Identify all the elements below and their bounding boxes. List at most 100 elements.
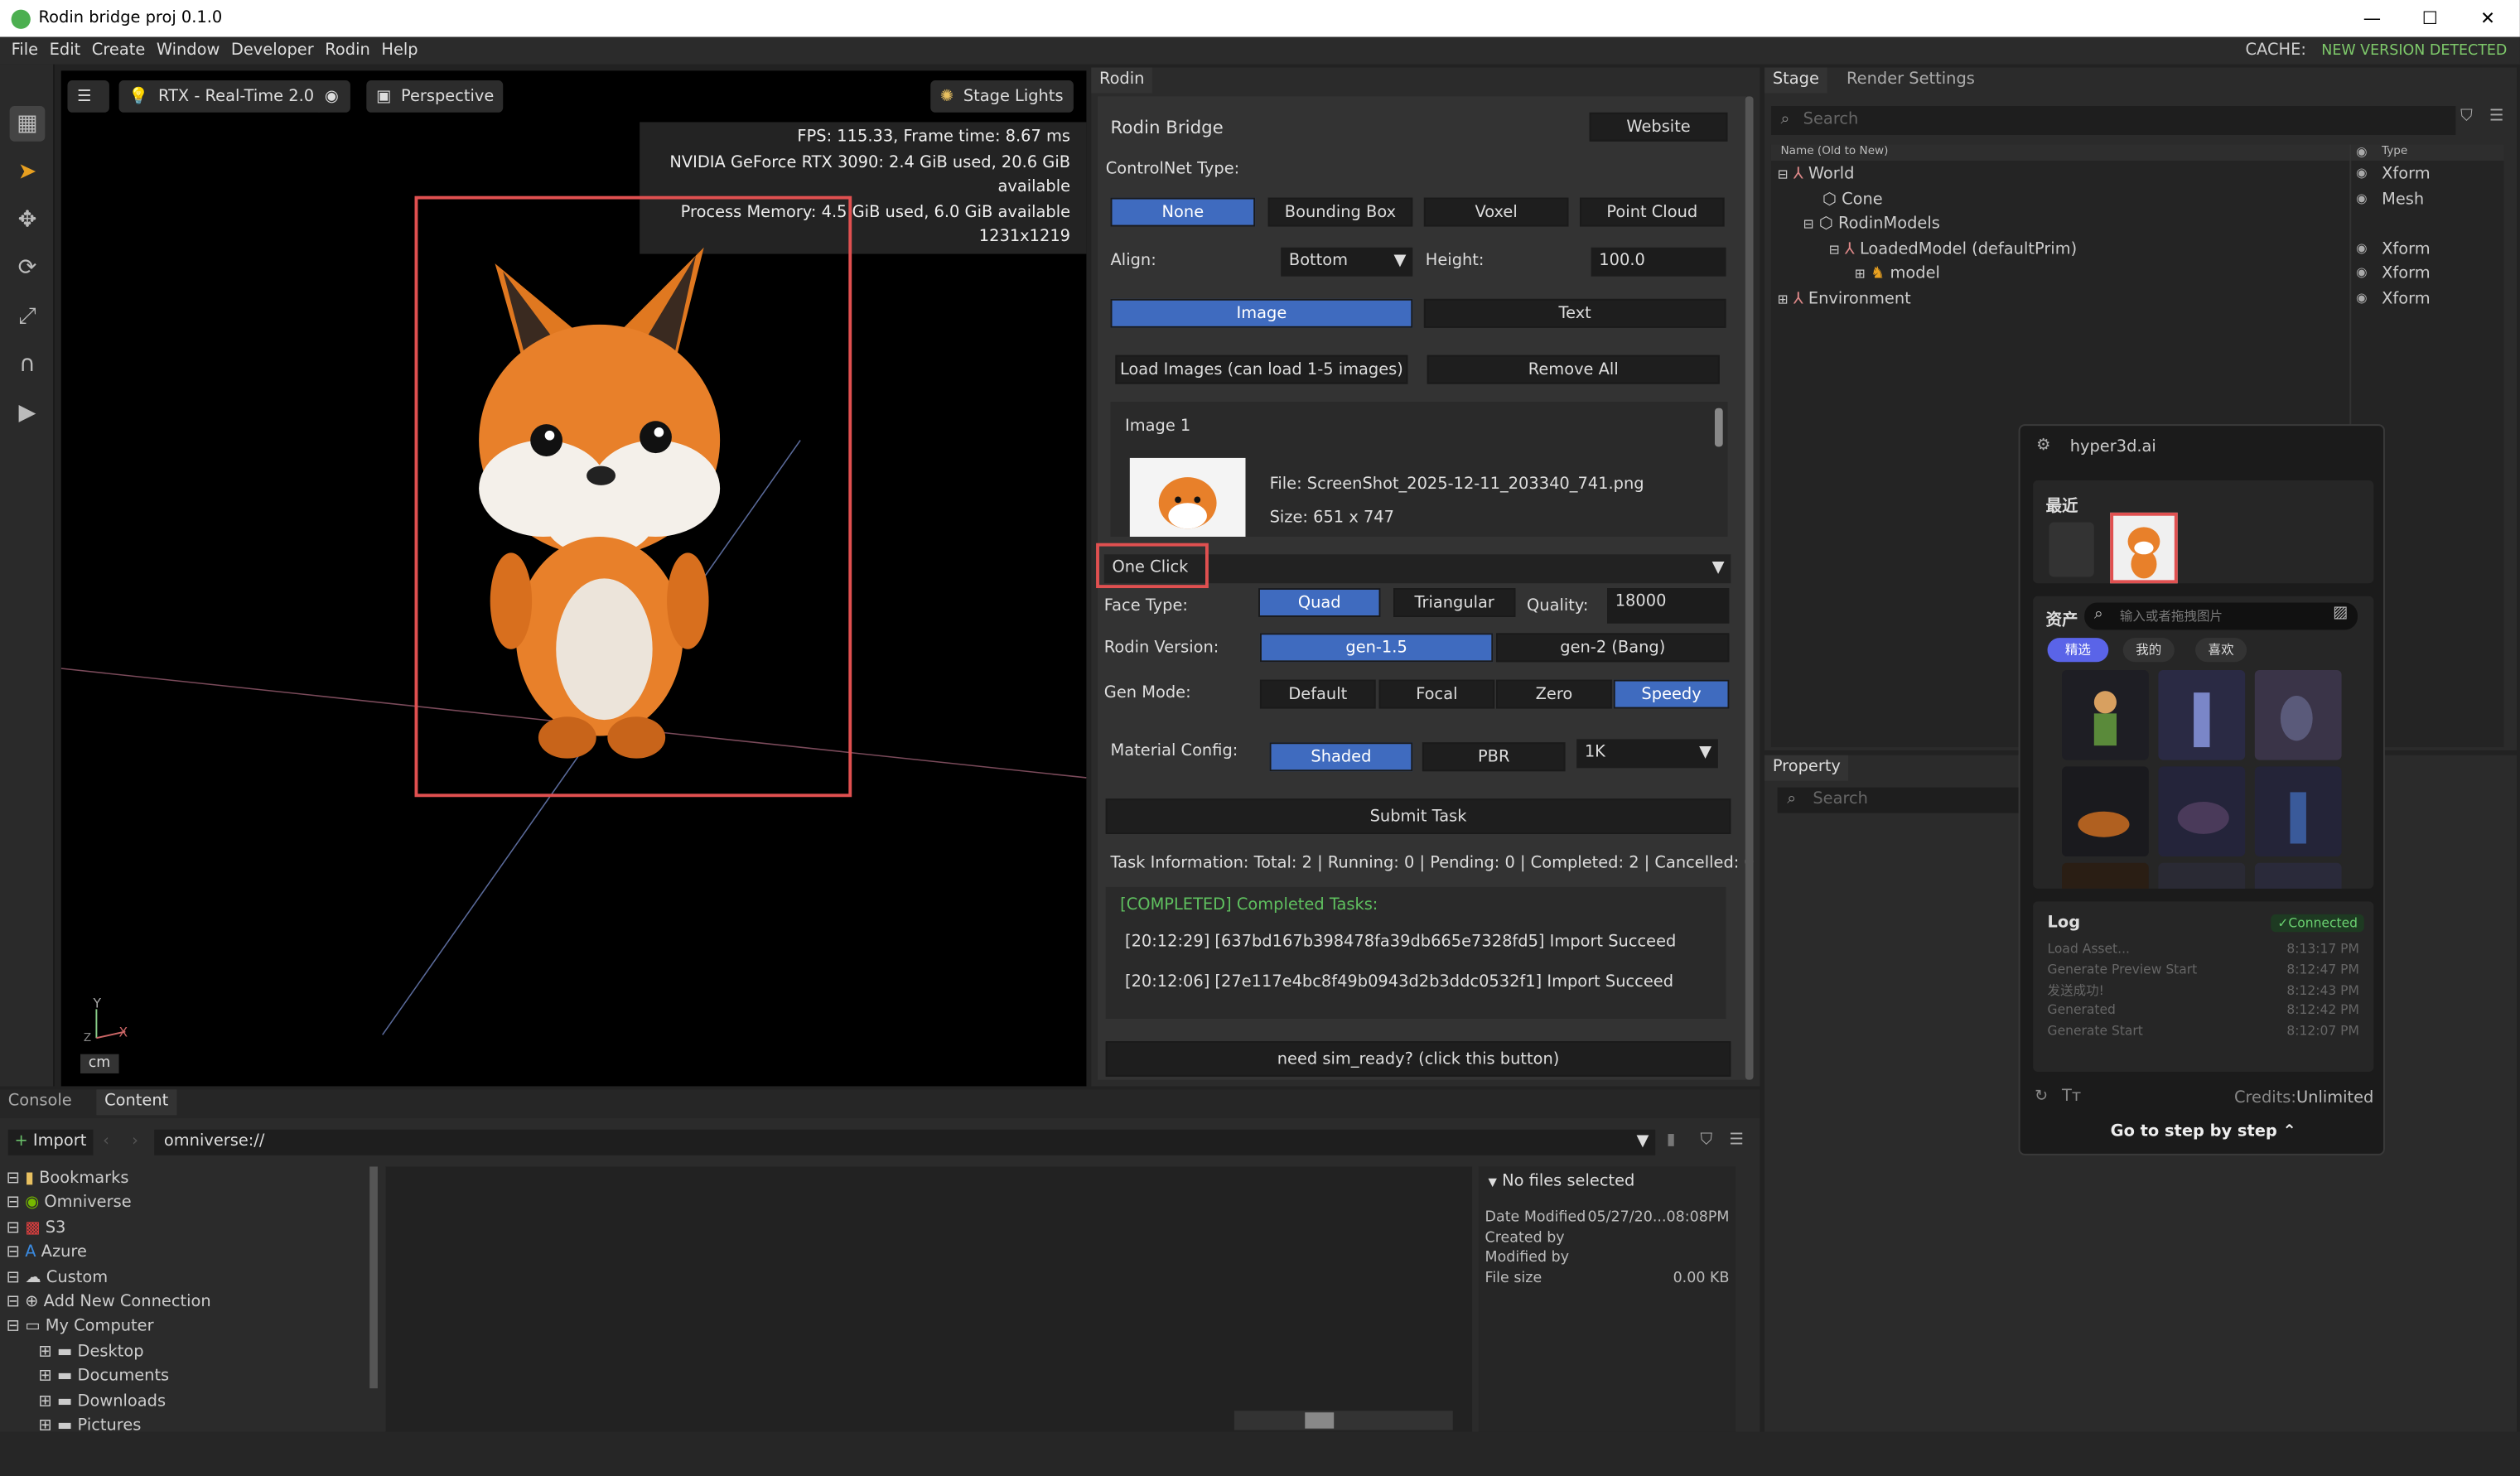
- asset-thumb[interactable]: [2062, 669, 2149, 760]
- expand-icon[interactable]: ⊞: [1778, 292, 1789, 306]
- visibility-icon[interactable]: ◉: [2356, 241, 2368, 255]
- collapse-icon[interactable]: ⊟: [7, 1194, 20, 1212]
- tab-render-settings[interactable]: Render Settings: [1838, 67, 1982, 93]
- website-button[interactable]: Website: [1589, 112, 1728, 142]
- zoom-slider[interactable]: [1233, 1411, 1453, 1430]
- tree-azure[interactable]: ⊟ A Azure: [7, 1241, 379, 1266]
- tree-row-world[interactable]: ⊟ ⅄ World: [1778, 166, 1855, 183]
- minimize-button[interactable]: —: [2344, 0, 2402, 37]
- remove-all-button[interactable]: Remove All: [1427, 355, 1720, 384]
- recent-item-1[interactable]: [2049, 522, 2094, 577]
- tree-add-connection[interactable]: ⊟ ⊕ Add New Connection: [7, 1290, 379, 1315]
- expand-icon[interactable]: ⊞: [39, 1417, 52, 1431]
- camera-button[interactable]: ▣ Perspective: [366, 80, 504, 113]
- mode-image-button[interactable]: Image: [1110, 298, 1413, 328]
- resolution-select[interactable]: 1K ▼: [1576, 739, 1718, 769]
- expand-icon[interactable]: ⊞: [39, 1367, 52, 1385]
- image-upload-icon[interactable]: ▨: [2333, 604, 2348, 621]
- expand-icon[interactable]: ⊞: [39, 1343, 52, 1361]
- tab-console[interactable]: Console: [0, 1089, 80, 1115]
- path-input[interactable]: omniverse:// ▼: [154, 1129, 1656, 1155]
- gen-mode-default-button[interactable]: Default: [1259, 679, 1376, 709]
- renderer-button[interactable]: 💡 RTX - Real-Time 2.0: [118, 80, 324, 113]
- expand-icon[interactable]: ⊞: [1855, 267, 1866, 281]
- asset-thumb[interactable]: [2254, 862, 2342, 889]
- collapse-icon[interactable]: ⊟: [7, 1319, 20, 1336]
- tree-row-model[interactable]: ⊞ ♞ model: [1855, 265, 1940, 282]
- tab-content[interactable]: Content: [96, 1089, 176, 1116]
- tree-row-rodinmodels[interactable]: ⊟ ⬡ RodinModels: [1803, 215, 1940, 233]
- forward-icon[interactable]: ›: [132, 1133, 138, 1150]
- asset-search-input[interactable]: ⌕ 输入或者拖拽图片 ▨: [2084, 602, 2358, 630]
- collapse-icon[interactable]: ⊟: [1778, 167, 1789, 181]
- property-search-input[interactable]: ⌕ Search: [1777, 787, 2035, 813]
- settings-sliders-icon[interactable]: ⚙: [2036, 437, 2050, 455]
- text-size-icon[interactable]: Tт: [2062, 1088, 2081, 1105]
- asset-thumb[interactable]: [2062, 766, 2149, 857]
- gen-mode-speedy-button[interactable]: Speedy: [1613, 679, 1730, 709]
- menu-help[interactable]: Help: [381, 41, 418, 59]
- gen-mode-focal-button[interactable]: Focal: [1378, 679, 1495, 709]
- menu-window[interactable]: Window: [157, 41, 220, 59]
- back-icon[interactable]: ‹: [103, 1133, 109, 1150]
- viewport[interactable]: ☰ 💡 RTX - Real-Time 2.0 ◉ ▣ Perspective ✺ S…: [60, 70, 1087, 1087]
- tree-bookmarks[interactable]: ⊟ ▮ Bookmarks: [7, 1166, 379, 1191]
- tree-row-loadedmodel[interactable]: ⊟ ⅄ LoadedModel (defaultPrim): [1829, 241, 2077, 258]
- menu-edit[interactable]: Edit: [50, 41, 81, 59]
- tree-scrollbar[interactable]: [369, 1166, 378, 1389]
- rodin-scrollbar[interactable]: [1745, 96, 1754, 1080]
- close-button[interactable]: ✕: [2459, 0, 2517, 37]
- asset-thumb[interactable]: [2158, 862, 2246, 889]
- image-list-scrollbar[interactable]: [1714, 408, 1723, 447]
- tree-omniverse[interactable]: ⊟ ◉ Omniverse: [7, 1191, 379, 1216]
- face-triangular-button[interactable]: Triangular: [1393, 588, 1516, 617]
- asset-thumb[interactable]: [2158, 766, 2246, 857]
- gen-mode-zero-button[interactable]: Zero: [1496, 679, 1612, 709]
- menu-rodin[interactable]: Rodin: [325, 41, 370, 59]
- recent-item-fox[interactable]: [2110, 512, 2178, 584]
- menu-create[interactable]: Create: [92, 41, 145, 59]
- tree-row-cone[interactable]: ⬡ Cone: [1822, 191, 1883, 209]
- go-step-button[interactable]: Go to step by step ⌃: [2020, 1123, 2387, 1141]
- stage-lights-button[interactable]: ✺ Stage Lights: [930, 80, 1074, 113]
- bookmark-icon[interactable]: ▮: [1667, 1131, 1676, 1149]
- rotate-icon[interactable]: ⟳: [10, 251, 46, 287]
- import-button[interactable]: + Import: [7, 1129, 94, 1155]
- menu-file[interactable]: File: [12, 41, 38, 59]
- visibility-icon[interactable]: ◉: [2356, 166, 2368, 180]
- tree-documents[interactable]: ⊞ ▬ Documents: [7, 1365, 379, 1390]
- tree-pictures[interactable]: ⊞ ▬ Pictures: [7, 1414, 379, 1431]
- asset-thumb[interactable]: [2158, 669, 2246, 760]
- controlnet-voxel-button[interactable]: Voxel: [1423, 197, 1569, 227]
- stage-search-input[interactable]: ⌕ Search: [1770, 106, 2456, 135]
- quality-input[interactable]: 18000: [1607, 588, 1730, 624]
- mode-text-button[interactable]: Text: [1423, 298, 1726, 328]
- tree-s3[interactable]: ⊟ ▩ S3: [7, 1216, 379, 1241]
- submit-task-button[interactable]: Submit Task: [1105, 798, 1731, 834]
- load-images-button[interactable]: Load Images (can load 1-5 images): [1115, 355, 1408, 384]
- sim-ready-button[interactable]: need sim_ready? (click this button): [1105, 1041, 1731, 1077]
- collapse-icon[interactable]: ⊟: [7, 1269, 20, 1286]
- tree-my-computer[interactable]: ⊟ ▭ My Computer: [7, 1315, 379, 1340]
- tree-custom[interactable]: ⊟ ☁ Custom: [7, 1266, 379, 1290]
- collapse-icon[interactable]: ⊟: [7, 1219, 20, 1237]
- asset-thumb[interactable]: [2062, 862, 2149, 889]
- refresh-icon[interactable]: ↻: [2035, 1088, 2048, 1105]
- align-select[interactable]: Bottom ▼: [1281, 247, 1413, 277]
- options-icon[interactable]: ☰: [1729, 1131, 1743, 1149]
- version-gen15-button[interactable]: gen-1.5: [1259, 633, 1494, 663]
- file-list-area[interactable]: [385, 1166, 1473, 1432]
- asset-thumb[interactable]: [2254, 669, 2342, 760]
- new-version-badge[interactable]: NEW VERSION DETECTED: [2321, 42, 2507, 58]
- material-pbr-button[interactable]: PBR: [1422, 742, 1566, 772]
- visibility-icon[interactable]: ◉: [2356, 191, 2368, 205]
- visibility-icon[interactable]: ◉: [2356, 265, 2368, 279]
- image-list[interactable]: Image 1 File: ScreenShot_2025-12-11_2033…: [1110, 402, 1728, 537]
- filter-mine-button[interactable]: 我的: [2122, 638, 2175, 663]
- eye-icon[interactable]: ◉: [315, 80, 350, 113]
- tree-row-environment[interactable]: ⊞ ⅄ Environment: [1778, 291, 1911, 308]
- face-quad-button[interactable]: Quad: [1258, 588, 1381, 617]
- viewport-settings-icon[interactable]: ☰: [67, 80, 109, 113]
- controlnet-point-cloud-button[interactable]: Point Cloud: [1580, 197, 1725, 227]
- select-mode-icon[interactable]: ▦: [9, 106, 46, 142]
